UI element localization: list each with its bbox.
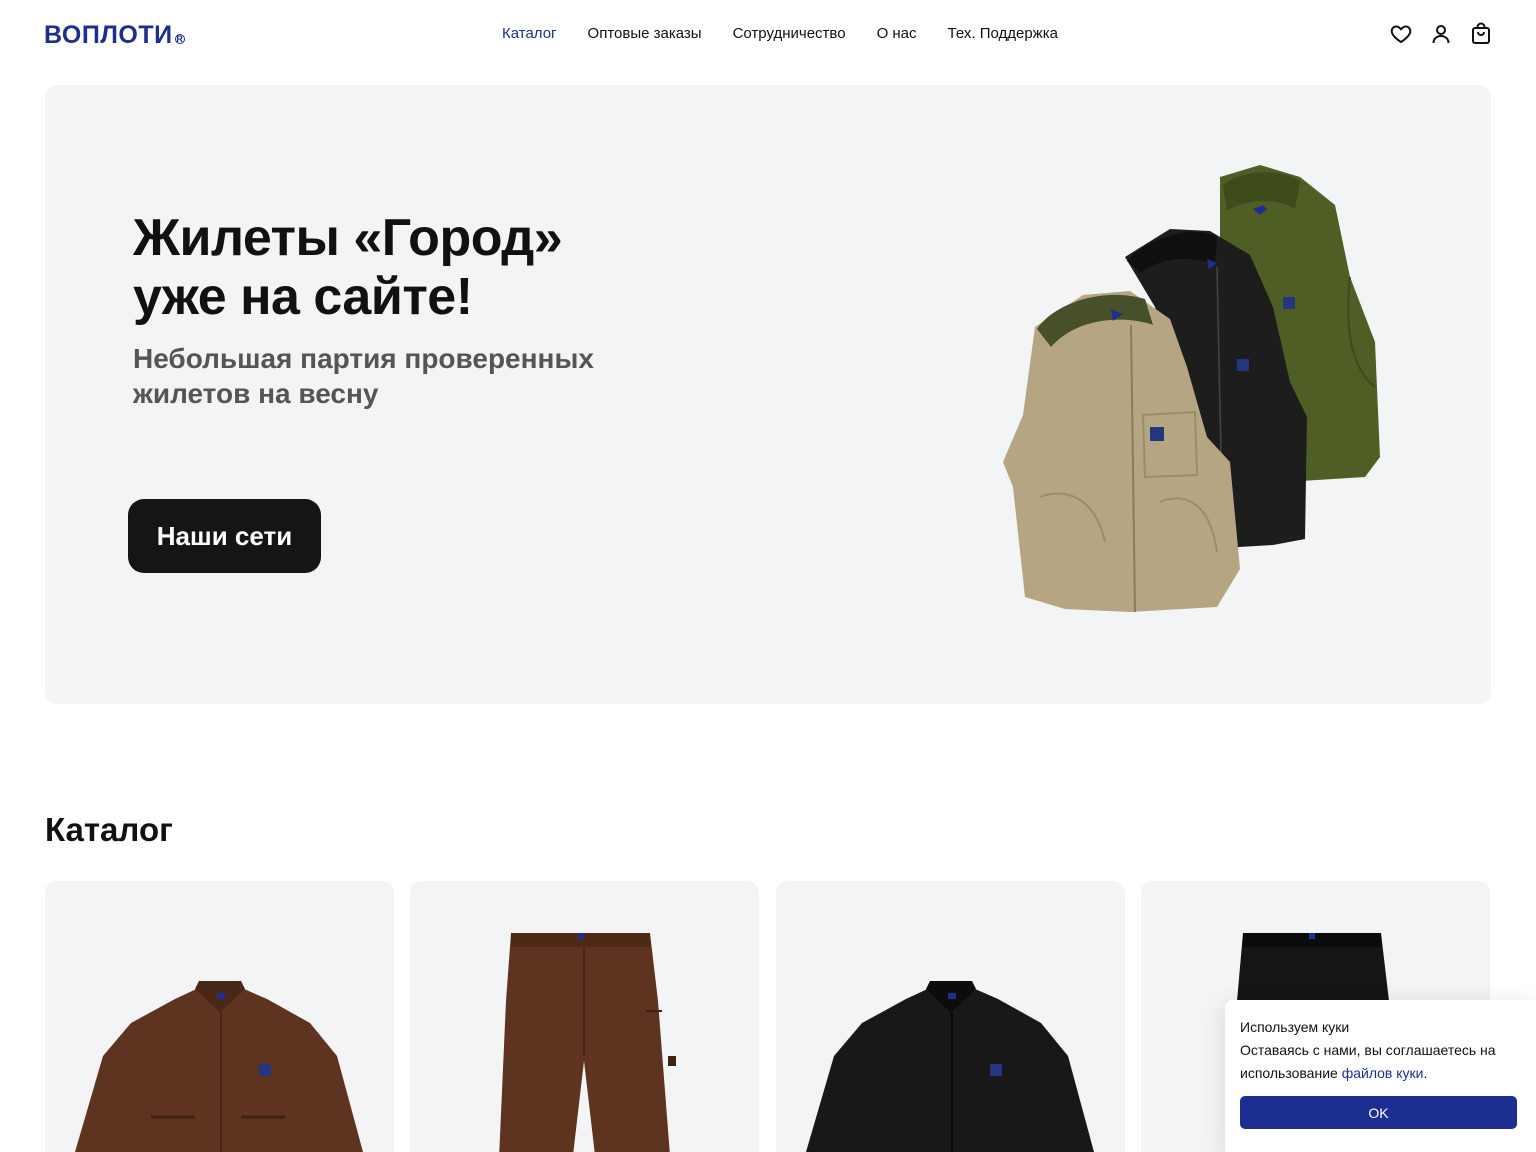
cookie-banner: Используем куки Оставаясь с нами, вы сог… [1225, 1000, 1536, 1152]
header-icons [1389, 22, 1493, 46]
catalog-card-brown-jacket[interactable] [45, 881, 394, 1152]
heart-icon[interactable] [1389, 22, 1413, 46]
nav-about[interactable]: О нас [877, 24, 917, 44]
our-networks-button[interactable]: Наши сети [128, 499, 321, 573]
cookie-text: Оставаясь с нами, вы соглашаетесь на исп… [1240, 1039, 1521, 1085]
catalog-title: Каталог [45, 811, 173, 848]
hero-title-line2: уже на сайте! [133, 268, 473, 326]
site-header: ВОПЛОТИ R Каталог Оптовые заказы Сотрудн… [0, 0, 1536, 68]
logo[interactable]: ВОПЛОТИ R [44, 20, 185, 50]
nav-cooperation[interactable]: Сотрудничество [733, 24, 846, 44]
brown-pants-image [499, 933, 676, 1152]
black-jacket-image [806, 981, 1094, 1152]
catalog-card-brown-pants[interactable] [410, 881, 759, 1152]
hero-title-line1: Жилеты «Город» [133, 209, 563, 267]
main-nav: Каталог Оптовые заказы Сотрудничество О … [502, 24, 1058, 44]
hero-subtitle: Небольшая партия проверенных жилетов на … [133, 341, 653, 411]
vests-image [1003, 165, 1380, 613]
cookie-ok-button[interactable]: OK [1240, 1096, 1517, 1129]
cookie-title: Используем куки [1240, 1019, 1350, 1035]
cookie-policy-link[interactable]: файлов куки [1342, 1065, 1424, 1081]
hero-title: Жилеты «Город» уже на сайте! [133, 209, 693, 327]
nav-catalog[interactable]: Каталог [502, 24, 557, 44]
brown-jacket-image [75, 981, 363, 1152]
hero-banner: Жилеты «Город» уже на сайте! Небольшая п… [45, 85, 1491, 704]
nav-wholesale[interactable]: Оптовые заказы [588, 24, 702, 44]
nav-support[interactable]: Тех. Поддержка [948, 24, 1058, 44]
registered-mark-icon: R [174, 33, 185, 44]
logo-text: ВОПЛОТИ [44, 21, 173, 49]
cart-icon[interactable] [1469, 22, 1493, 46]
hero-subtitle-line1: Небольшая партия проверенных [133, 343, 594, 374]
catalog-card-black-jacket[interactable] [776, 881, 1125, 1152]
cookie-text-after: . [1423, 1065, 1428, 1081]
hero-subtitle-line2: жилетов на весну [133, 378, 379, 409]
user-icon[interactable] [1429, 22, 1453, 46]
